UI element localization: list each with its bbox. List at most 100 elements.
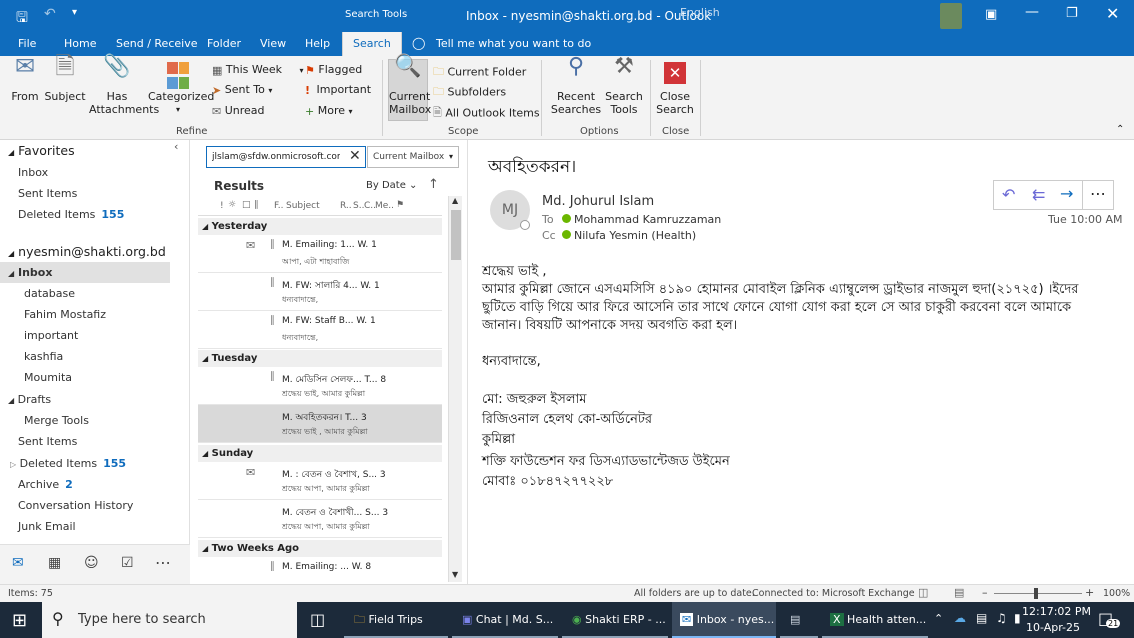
this-week-button[interactable]: ▦ This Week ▾ xyxy=(212,63,304,77)
folder-sent-items[interactable]: Sent Items xyxy=(0,431,189,452)
folder-junk-email[interactable]: Junk Email xyxy=(0,516,189,537)
zoom-thumb[interactable] xyxy=(1034,588,1038,599)
clear-search-icon[interactable]: ✕ xyxy=(349,148,361,164)
size-column[interactable]: S.. xyxy=(353,201,364,211)
mail-icon[interactable]: ✉ xyxy=(12,555,24,571)
list-item[interactable]: ✉ M. : বেতন ও বৈশাখ, S... 3 শ্রদ্ধেয় আপ… xyxy=(198,462,442,500)
subfolders-button[interactable]: 🗀 Subfolders xyxy=(433,83,506,102)
reply-icon[interactable]: ↶ xyxy=(1002,185,1015,204)
group-header-sunday[interactable]: ◢ Sunday xyxy=(198,445,442,462)
folder-archive[interactable]: Archive 2 xyxy=(0,474,189,495)
from-button[interactable]: ✉ From xyxy=(6,54,44,103)
reading-view-icon[interactable]: ▤ xyxy=(954,586,964,599)
more-button[interactable]: + More ▾ xyxy=(305,104,353,118)
icon-column-icon[interactable]: □ xyxy=(242,200,251,210)
list-item[interactable]: ∥ M. Emailing: ... W. 8 xyxy=(198,557,442,584)
clock-time[interactable]: 12:17:02 PM xyxy=(1022,605,1091,618)
scroll-up-icon[interactable]: ▲ xyxy=(452,196,458,205)
undo-icon[interactable]: ↶ xyxy=(44,6,56,22)
taskbar-app-teams[interactable]: ▣ Chat | Md. S... xyxy=(452,602,558,638)
attachment-column-icon[interactable]: ∥ xyxy=(254,200,259,210)
group-header-yesterday[interactable]: ◢ Yesterday xyxy=(198,218,442,235)
tasks-icon[interactable]: ☑ xyxy=(121,555,134,571)
flagged-button[interactable]: ⚑ Flagged xyxy=(305,63,362,77)
scroll-down-icon[interactable]: ▼ xyxy=(452,570,458,579)
zoom-level[interactable]: 100% xyxy=(1103,588,1130,599)
normal-view-icon[interactable]: ◫ xyxy=(918,586,928,599)
subject-button[interactable]: 🗎 Subject xyxy=(44,54,86,103)
sort-direction-icon[interactable]: ↑ xyxy=(428,177,439,192)
close-window-icon[interactable]: ✕ xyxy=(1106,4,1119,23)
zoom-out-icon[interactable]: – xyxy=(982,586,988,599)
taskbar-app-chrome[interactable]: ◉ Shakti ERP - ... xyxy=(562,602,668,638)
list-item[interactable]: ∥ M. মেডিসিন সেলফ... T... 8 শ্রদ্ধেয় ভা… xyxy=(198,367,442,405)
tab-folder[interactable]: Folder xyxy=(207,37,241,50)
taskbar-app-outlook[interactable]: ✉ Inbox - nyes... xyxy=(672,602,776,638)
volume-icon[interactable]: ♫ xyxy=(996,611,1007,625)
list-item-selected[interactable]: M. অবহিতকরন। T... 3 শ্রদ্ধেয় ভাই , আমার… xyxy=(198,405,442,443)
folder-conversation-history[interactable]: Conversation History xyxy=(0,495,189,516)
list-item[interactable]: ✉ ∥ M. Emailing: 1... W. 1 আপা, এটা শাহা… xyxy=(198,235,442,273)
zoom-in-icon[interactable]: + xyxy=(1085,586,1094,599)
folder-fahim-mostafiz[interactable]: Fahim Mostafiz xyxy=(0,304,189,325)
tab-send-receive[interactable]: Send / Receive xyxy=(116,37,197,50)
ribbon-display-options-icon[interactable]: ▣ xyxy=(985,7,997,22)
subject-column[interactable]: Subject xyxy=(286,201,320,211)
folder-merge-tools[interactable]: Merge Tools xyxy=(0,410,189,431)
fav-deleted-items[interactable]: Deleted Items 155 xyxy=(0,204,189,225)
categorized-button[interactable]: Categorized ▾ xyxy=(148,60,214,116)
tab-help[interactable]: Help xyxy=(305,37,330,50)
quick-access-dropdown-icon[interactable]: ▾ xyxy=(72,7,77,18)
sent-to-button[interactable]: ➤ Sent To ▾ xyxy=(212,83,272,97)
received-column[interactable]: R.. xyxy=(340,201,352,211)
group-header-two-weeks-ago[interactable]: ◢ Two Weeks Ago xyxy=(198,540,442,557)
tell-me-input[interactable]: Tell me what you want to do xyxy=(436,37,591,50)
reminder-column-icon[interactable]: ☼ xyxy=(228,200,236,210)
show-hidden-icons-icon[interactable]: ⌃ xyxy=(934,612,943,625)
network-icon[interactable]: ▤ xyxy=(976,611,987,625)
sort-by-dropdown[interactable]: By Date ⌄ xyxy=(366,180,417,191)
sender-name[interactable]: Md. Johurul Islam xyxy=(542,194,654,209)
cc-recipient[interactable]: Nilufa Yesmin (Health) xyxy=(574,229,696,242)
tab-view[interactable]: View xyxy=(260,37,286,50)
collapse-ribbon-icon[interactable]: ⌃ xyxy=(1116,124,1124,135)
mention-column[interactable]: Me.. xyxy=(375,201,394,211)
clock-date[interactable]: 10-Apr-25 xyxy=(1026,621,1080,634)
favorites-header[interactable]: ◢ Favorites xyxy=(0,140,189,161)
people-icon[interactable]: ☺ xyxy=(84,555,99,571)
folder-deleted-items[interactable]: ▷ Deleted Items 155 xyxy=(0,453,189,474)
taskbar-app[interactable]: ▤ xyxy=(780,602,818,638)
close-search-button[interactable]: ✕ Close Search xyxy=(656,60,694,116)
taskbar-app-excel[interactable]: X Health atten... xyxy=(822,602,928,638)
forward-icon[interactable]: → xyxy=(1060,184,1073,203)
search-tools-button[interactable]: ⚒ Search Tools xyxy=(604,56,644,117)
to-recipient[interactable]: Mohammad Kamruzzaman xyxy=(574,213,721,226)
folder-moumita[interactable]: Moumita xyxy=(0,367,189,388)
taskbar-search-input[interactable]: Type here to search xyxy=(78,612,206,627)
list-item[interactable]: ∥ M. FW: সালারি 4... W. 1 ধন্যবাদান্তে, xyxy=(198,273,442,311)
avatar[interactable] xyxy=(940,3,962,29)
tab-search[interactable]: Search xyxy=(342,32,402,56)
has-attachments-button[interactable]: 📎 Has Attachments xyxy=(86,56,159,117)
list-item[interactable]: ∥ M. FW: Staff B... W. 1 ধন্যবাদান্তে, xyxy=(198,311,442,349)
group-header-tuesday[interactable]: ◢ Tuesday xyxy=(198,350,442,367)
tab-file[interactable]: File xyxy=(18,37,36,50)
importance-column-icon[interactable]: ! xyxy=(220,201,224,211)
minimize-icon[interactable]: — xyxy=(1025,4,1039,20)
fav-sent-items[interactable]: Sent Items xyxy=(0,183,189,204)
folder-drafts[interactable]: ◢ Drafts xyxy=(0,389,189,410)
windows-start-icon[interactable]: ⊞ xyxy=(12,610,27,631)
more-actions-button[interactable]: ⋯ xyxy=(1082,180,1114,210)
taskbar-app-file-explorer[interactable]: 🗀 Field Trips xyxy=(344,602,448,638)
unread-button[interactable]: ✉ Unread xyxy=(212,104,265,118)
language-indicator[interactable]: English xyxy=(680,6,720,19)
search-input[interactable]: jlslam@sfdw.onmicrosoft.com" xyxy=(212,152,340,162)
folder-important[interactable]: important xyxy=(0,325,189,346)
flag-column-icon[interactable]: ⚑ xyxy=(396,200,404,210)
reply-all-icon[interactable]: ⇇ xyxy=(1032,185,1045,204)
current-folder-button[interactable]: 🗀 Current Folder xyxy=(433,63,526,82)
all-outlook-items-button[interactable]: 🗎 All Outlook Items xyxy=(433,104,540,123)
list-scrollbar[interactable]: ▲ ▼ xyxy=(448,196,462,582)
task-view-icon[interactable]: ◫ xyxy=(310,610,325,629)
scroll-thumb[interactable] xyxy=(451,210,461,260)
